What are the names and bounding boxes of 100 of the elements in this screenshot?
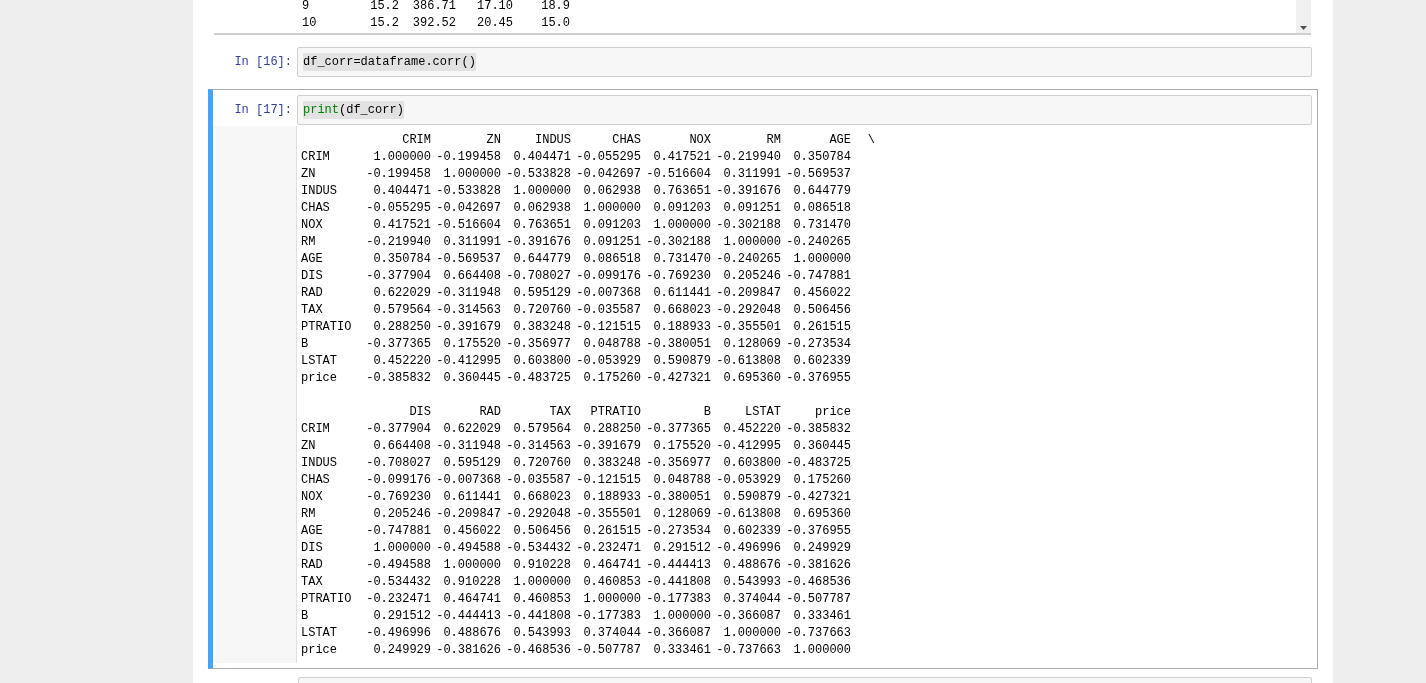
- table-cell-text: 0.128069: [652, 506, 711, 523]
- table-cell-text: 0.175520: [652, 438, 711, 455]
- table-cell-text: 1.000000: [372, 149, 431, 166]
- row-label: PTRATIO: [301, 319, 353, 336]
- table-cell-text: 1.000000: [512, 574, 571, 591]
- table-cell-text: 392.52: [411, 14, 456, 32]
- table-cell-text: 0.128069: [722, 336, 781, 353]
- table-cell-text: -0.199458: [435, 149, 501, 166]
- table-cell-text: 0.668023: [652, 302, 711, 319]
- table-cell-text: 0.048788: [582, 336, 641, 353]
- table-cell-text: 0.460853: [512, 591, 571, 608]
- row-label: ZN: [301, 438, 317, 455]
- table-cell-text: -0.444413: [645, 557, 711, 574]
- table-cell-text: -0.496996: [365, 625, 431, 642]
- table-cell-text: 0.360445: [792, 438, 851, 455]
- row-label: LSTAT: [301, 625, 338, 642]
- table-cell-text: -0.483725: [785, 455, 851, 472]
- table-cell-text: 0.417521: [372, 217, 431, 234]
- table-cell-text: -0.209847: [435, 506, 501, 523]
- table-cell-text: -0.427321: [785, 489, 851, 506]
- table-cell-text: 0.086518: [792, 200, 851, 217]
- row-label: price: [301, 642, 338, 659]
- column-header: NOX: [688, 132, 711, 149]
- table-cell-text: -0.381626: [785, 557, 851, 574]
- table-cell-text: -0.747881: [365, 523, 431, 540]
- table-cell-text: -0.055295: [365, 200, 431, 217]
- row-label: B: [301, 336, 310, 353]
- row-label: CRIM: [301, 421, 331, 438]
- table-cell-text: -0.055295: [575, 149, 641, 166]
- table-cell-text: 0.644779: [512, 251, 571, 268]
- table-cell-text: 0.731470: [792, 217, 851, 234]
- table-cell-text: 1.000000: [722, 234, 781, 251]
- scrollbar[interactable]: [1296, 0, 1311, 33]
- table-cell-text: -0.355501: [575, 506, 641, 523]
- table-cell-text: 0.417521: [652, 149, 711, 166]
- table-cell-text: -0.380051: [645, 489, 711, 506]
- row-label: B: [301, 608, 310, 625]
- table-cell-text: -0.569537: [435, 251, 501, 268]
- table-cell-text: 0.062938: [582, 183, 641, 200]
- table-cell-text: 1.000000: [792, 642, 851, 659]
- table-cell-text: 15.2: [369, 0, 399, 15]
- table-cell-text: 0.383248: [582, 455, 641, 472]
- table-cell-text: -0.507787: [785, 591, 851, 608]
- table-cell-text: 0.205246: [372, 506, 431, 523]
- table-cell-text: -0.468536: [785, 574, 851, 591]
- table-cell-text: -0.391679: [435, 319, 501, 336]
- line-continuation: \: [866, 132, 875, 149]
- row-label: TAX: [301, 574, 324, 591]
- table-cell-text: -0.412995: [715, 438, 781, 455]
- table-cell-text: -0.441808: [645, 574, 711, 591]
- table-cell-text: 0.374044: [582, 625, 641, 642]
- table-cell-text: 0.261515: [582, 523, 641, 540]
- code-keyword: print: [303, 101, 339, 119]
- table-cell-text: 0.611441: [442, 489, 501, 506]
- code-input[interactable]: print(df_corr): [297, 95, 1312, 125]
- table-cell-text: 0.456022: [442, 523, 501, 540]
- row-label: NOX: [301, 489, 324, 506]
- row-label: CRIM: [301, 149, 331, 166]
- table-cell-text: 0.091203: [652, 200, 711, 217]
- table-cell-text: -0.356977: [645, 455, 711, 472]
- table-cell-text: -0.380051: [645, 336, 711, 353]
- table-cell-text: 0.506456: [512, 523, 571, 540]
- table-cell-text: 1.000000: [652, 217, 711, 234]
- table-cell-text: -0.099176: [365, 472, 431, 489]
- table-cell-text: 1.000000: [442, 557, 501, 574]
- table-cell-text: 0.668023: [512, 489, 571, 506]
- table-cell-text: -0.516604: [435, 217, 501, 234]
- row-label: INDUS: [301, 183, 338, 200]
- table-cell-text: 0.644779: [792, 183, 851, 200]
- table-cell-text: -0.769230: [365, 489, 431, 506]
- table-cell-text: -0.035587: [505, 472, 571, 489]
- table-cell-text: 0.350784: [792, 149, 851, 166]
- table-cell-text: -0.468536: [505, 642, 571, 659]
- table-cell-text: -0.534432: [505, 540, 571, 557]
- table-cell-text: -0.385832: [365, 370, 431, 387]
- table-cell-text: 0.333461: [792, 608, 851, 625]
- table-cell-text: 0.175260: [582, 370, 641, 387]
- notebook-cell[interactable]: [208, 89, 1318, 669]
- table-cell-text: 1.000000: [372, 540, 431, 557]
- table-cell-text: 0.188933: [582, 489, 641, 506]
- table-cell-text: -0.314563: [505, 438, 571, 455]
- row-label: CHAS: [301, 472, 331, 489]
- table-cell-text: -0.377904: [365, 268, 431, 285]
- table-cell-text: 0.506456: [792, 302, 851, 319]
- table-cell-text: 20.45: [476, 14, 513, 32]
- table-cell-text: -0.355501: [715, 319, 781, 336]
- table-cell-text: 0.910228: [512, 557, 571, 574]
- table-cell-text: -0.177383: [645, 591, 711, 608]
- table-cell-text: 0.595129: [512, 285, 571, 302]
- table-cell-text: 0.910228: [442, 574, 501, 591]
- table-cell-text: -0.177383: [575, 608, 641, 625]
- table-cell-text: 0.350784: [372, 251, 431, 268]
- table-cell-text: 0.579564: [512, 421, 571, 438]
- table-cell-text: 0.311991: [722, 166, 781, 183]
- column-header: RAD: [478, 404, 501, 421]
- table-cell-text: 0.731470: [652, 251, 711, 268]
- table-cell-text: 0.579564: [372, 302, 431, 319]
- table-cell-text: 9: [302, 0, 311, 15]
- down-arrow-icon[interactable]: [1300, 26, 1307, 30]
- code-input[interactable]: df_corr=dataframe.corr(): [297, 47, 1312, 77]
